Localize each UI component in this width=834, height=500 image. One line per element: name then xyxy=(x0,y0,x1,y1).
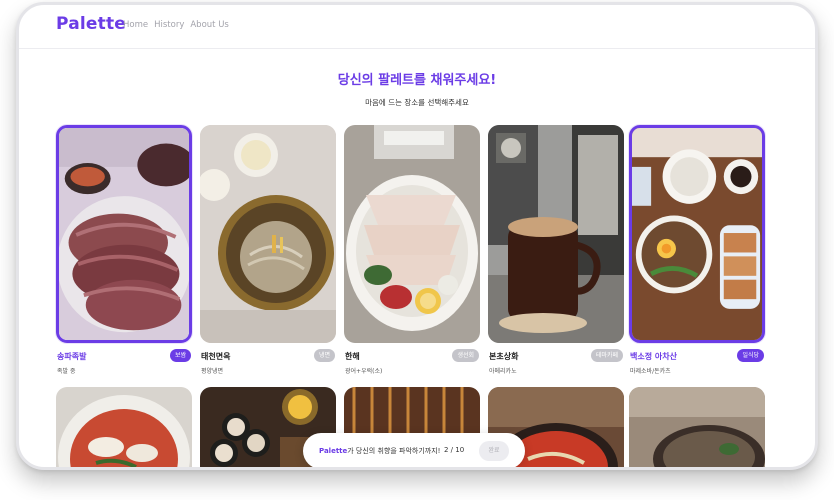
place-card-row2-1[interactable] xyxy=(56,387,192,467)
top-navbar: Palette Home History About Us xyxy=(19,5,815,49)
nav-links: Home History About Us xyxy=(123,20,229,30)
place-title: 한해 xyxy=(345,352,360,361)
category-badge: 냉면 xyxy=(313,349,335,362)
mazesoba-photo-icon xyxy=(632,128,762,340)
logo[interactable]: Palette xyxy=(56,14,126,34)
page-subline: 마음에 드는 장소를 선택해주세요 xyxy=(365,98,469,107)
progress-message-text: 가 당신의 취향을 파악하기까지! xyxy=(347,447,441,455)
place-card-hanhae[interactable]: 한해 생선회 광어+우럭(소) xyxy=(344,125,480,375)
dumpling-soup-photo-icon xyxy=(56,387,192,467)
sashimi-photo-icon xyxy=(344,125,480,343)
category-badge: 테마카페 xyxy=(590,349,623,362)
hotpot-photo-icon xyxy=(629,387,765,467)
progress-bar: Palette가 당신의 취향을 파악하기까지! 2 / 10 완료 xyxy=(303,433,525,467)
selection-count: 2 / 10 xyxy=(444,446,465,454)
place-photo xyxy=(629,125,765,343)
place-card-taecheon-myeonok[interactable]: 태천면옥 냉면 평양냉면 xyxy=(200,125,336,375)
category-badge: 보쌈 xyxy=(169,349,191,362)
place-menu: 족발 중 xyxy=(57,368,76,375)
place-photo xyxy=(56,125,192,343)
progress-brand: Palette xyxy=(319,447,348,455)
place-title: 백소정 아차산 xyxy=(630,352,677,361)
place-menu: 아메리카노 xyxy=(489,368,517,375)
place-photo xyxy=(344,125,480,343)
category-badge: 일식당 xyxy=(737,349,764,362)
device-frame: Palette Home History About Us 당신의 팔레트를 채… xyxy=(16,2,818,470)
place-photo xyxy=(200,125,336,343)
nav-link-home[interactable]: Home xyxy=(123,20,148,30)
place-card-bonchosanghwa[interactable]: 본초상화 테마카페 아메리카노 xyxy=(488,125,624,375)
done-button[interactable]: 완료 xyxy=(479,441,509,461)
place-menu: 광어+우럭(소) xyxy=(345,368,383,375)
place-card-songpa-jokbal[interactable]: 송파족발 보쌈 족발 중 xyxy=(56,125,192,375)
naengmyeon-photo-icon xyxy=(200,125,336,343)
nav-link-history[interactable]: History xyxy=(154,20,184,30)
category-badge: 생선회 xyxy=(452,349,479,362)
jokbal-photo-icon xyxy=(59,128,189,340)
coffee-photo-icon xyxy=(488,125,624,343)
place-card-baeksojeong-achasan[interactable]: 백소정 아차산 일식당 마제소바/돈카츠 xyxy=(629,125,765,375)
place-menu: 마제소바/돈카츠 xyxy=(630,368,671,375)
nav-link-about[interactable]: About Us xyxy=(190,20,228,30)
place-title: 송파족발 xyxy=(57,352,87,361)
progress-message: Palette가 당신의 취향을 파악하기까지! xyxy=(319,446,440,456)
page-headline: 당신의 팔레트를 채워주세요! xyxy=(337,73,497,88)
place-card-row2-5[interactable] xyxy=(629,387,765,467)
place-title: 본초상화 xyxy=(489,352,519,361)
place-photo xyxy=(488,125,624,343)
place-menu: 평양냉면 xyxy=(201,368,224,375)
place-title: 태천면옥 xyxy=(201,352,231,361)
